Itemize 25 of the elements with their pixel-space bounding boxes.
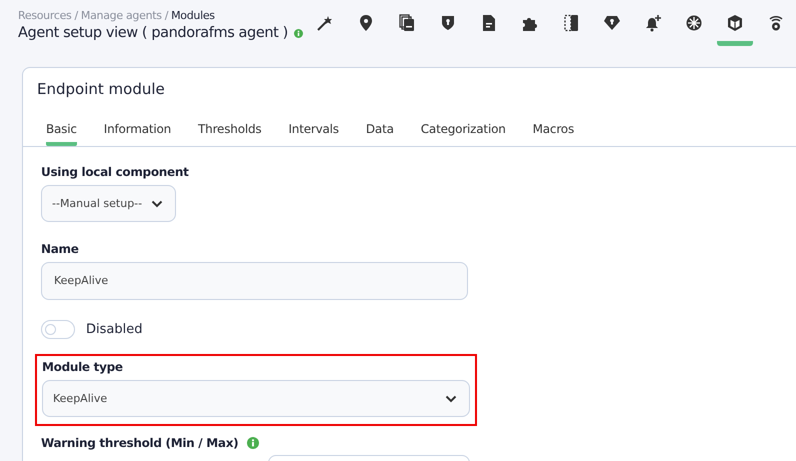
field-label: Module type [42,360,124,374]
tab[interactable]: Intervals [288,122,339,146]
field-label: Name [41,242,80,256]
field-label: Using local component [41,165,190,179]
tab[interactable]: Categorization [420,122,506,146]
tab[interactable]: Thresholds [198,122,262,146]
info-icon [247,437,260,449]
field-label: Warning threshold (Min / Max) [41,436,238,450]
toggle-switch[interactable] [41,320,75,339]
breadcrumb-separator: / [74,9,78,22]
breadcrumb-link[interactable]: Modules [171,9,215,22]
chevron-down-icon [151,200,163,208]
tab[interactable]: Macros [532,122,574,146]
toggle-label: Disabled [86,322,142,337]
card-title: Endpoint module [36,79,166,100]
tab[interactable]: Basic [46,122,77,146]
chevron-down-icon [445,394,457,402]
tab[interactable]: Data [366,122,394,146]
breadcrumb-separator: / [164,9,168,22]
select-field[interactable]: --Manual setup-- [41,185,176,222]
tab[interactable]: Information [104,122,172,146]
name-input-field[interactable]: KeepAlive [41,262,468,300]
select-field[interactable]: KeepAlive [42,380,470,417]
info-icon [294,28,303,38]
page-title: Agent setup view ( pandorafms agent ) [18,25,288,41]
